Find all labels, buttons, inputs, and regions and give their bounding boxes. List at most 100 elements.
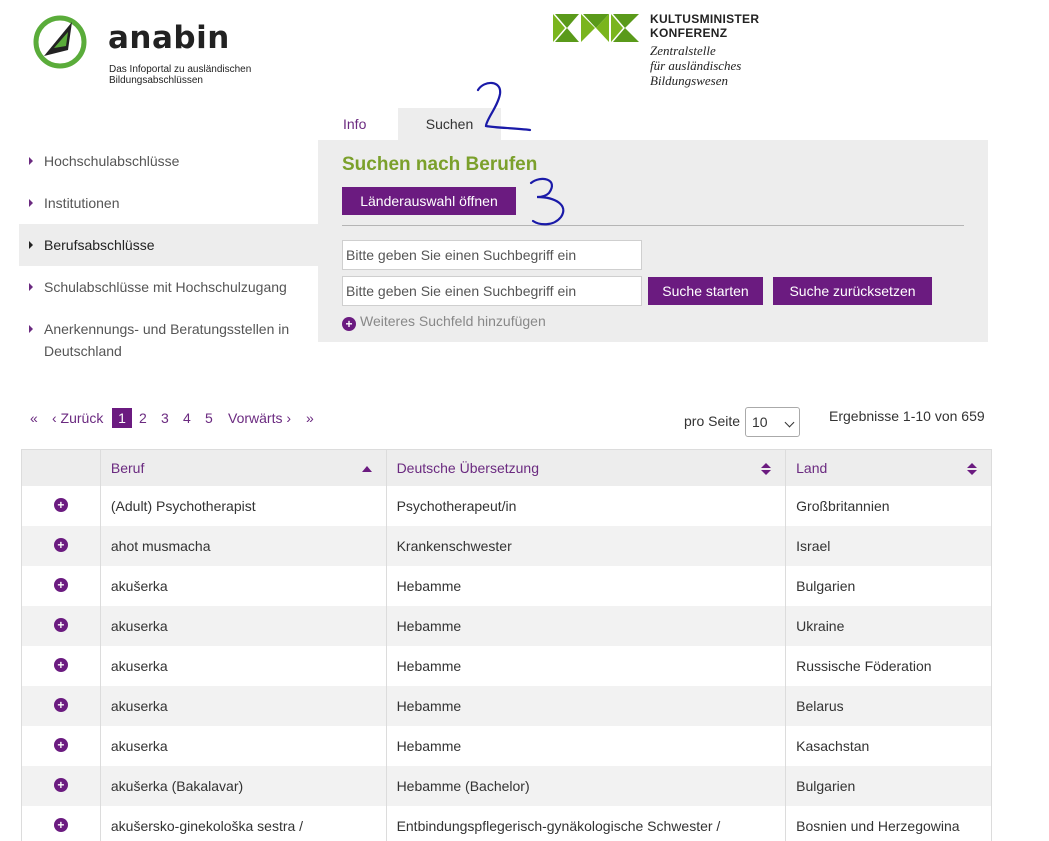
page-link-4[interactable]: 4 bbox=[183, 408, 191, 428]
divider bbox=[342, 225, 964, 226]
cell-land: Kasachstan bbox=[785, 725, 992, 766]
expand-row-icon[interactable]: + bbox=[53, 617, 68, 632]
table-row: + akuserka Hebamme Kasachstan bbox=[21, 725, 992, 766]
page-link-5[interactable]: 5 bbox=[205, 408, 213, 428]
table-row: + akuserka Hebamme Ukraine bbox=[21, 605, 992, 646]
last-page-link[interactable]: » bbox=[306, 408, 314, 428]
sort-icon bbox=[761, 463, 772, 475]
cell-land: Bulgarien bbox=[785, 565, 992, 606]
cell-deutsche-uebersetzung: Psychotherapeut/in bbox=[386, 485, 787, 526]
table-row: + akušerka (Bakalavar) Hebamme (Bachelor… bbox=[21, 765, 992, 806]
table-row: + (Adult) Psychotherapist Psychotherapeu… bbox=[21, 485, 992, 526]
expand-row-icon[interactable]: + bbox=[53, 577, 68, 592]
cell-deutsche-uebersetzung: Hebamme bbox=[386, 645, 787, 686]
cell-land: Ukraine bbox=[785, 605, 992, 646]
table-header-row: Beruf Deutsche Übersetzung Land bbox=[21, 449, 992, 486]
cell-deutsche-uebersetzung: Hebamme bbox=[386, 725, 787, 766]
page-link-3[interactable]: 3 bbox=[161, 408, 169, 428]
column-header-deutsche-uebersetzung[interactable]: Deutsche Übersetzung bbox=[386, 449, 787, 486]
results-table: Beruf Deutsche Übersetzung Land + (Adult… bbox=[21, 449, 992, 841]
expand-cell: + bbox=[21, 565, 101, 606]
next-page-link[interactable]: Vorwärts › bbox=[228, 408, 291, 428]
country-selection-button[interactable]: Länderauswahl öffnen bbox=[342, 187, 516, 215]
cell-beruf: akuserka bbox=[100, 725, 387, 766]
expand-column-header bbox=[21, 449, 101, 486]
cell-land: Großbritannien bbox=[785, 485, 992, 526]
per-page-value: 10 bbox=[752, 414, 768, 430]
sidebar-item-label: Schulabschlüsse mit Hochschulzugang bbox=[44, 279, 287, 295]
expand-row-icon[interactable]: + bbox=[53, 817, 68, 832]
expand-cell: + bbox=[21, 765, 101, 806]
add-search-field-link[interactable]: + Weiteres Suchfeld hinzufügen bbox=[342, 312, 546, 331]
cell-land: Russische Föderation bbox=[785, 645, 992, 686]
column-header-label: Beruf bbox=[110, 459, 145, 476]
cell-beruf: akušerka bbox=[100, 565, 387, 606]
cell-beruf: akuserka bbox=[100, 605, 387, 646]
cell-beruf: akuserka bbox=[100, 685, 387, 726]
cell-deutsche-uebersetzung: Hebamme (Bachelor) bbox=[386, 765, 787, 806]
expand-row-icon[interactable]: + bbox=[53, 537, 68, 552]
caret-right-icon bbox=[29, 241, 33, 249]
sidebar-item-schulabschluesse[interactable]: Schulabschlüsse mit Hochschulzugang bbox=[19, 266, 318, 308]
expand-cell: + bbox=[21, 725, 101, 766]
tab-info[interactable]: Info bbox=[318, 108, 398, 140]
search-heading: Suchen nach Berufen bbox=[342, 154, 538, 175]
search-input-2[interactable] bbox=[342, 276, 642, 306]
caret-right-icon bbox=[29, 283, 33, 291]
caret-right-icon bbox=[29, 199, 33, 207]
sidebar-item-anerkennungsstellen[interactable]: Anerkennungs- und Beratungsstellen in De… bbox=[19, 308, 318, 372]
anabin-wordmark: anabin bbox=[108, 20, 230, 56]
cell-deutsche-uebersetzung: Entbindungspflegerisch-gynäkologische Sc… bbox=[386, 805, 787, 841]
add-search-field-label: Weiteres Suchfeld hinzufügen bbox=[360, 313, 546, 329]
per-page-select[interactable]: 10 bbox=[745, 407, 800, 437]
expand-row-icon[interactable]: + bbox=[53, 497, 68, 512]
sort-icon bbox=[967, 463, 977, 475]
previous-page-link[interactable]: ‹ Zurück bbox=[52, 408, 103, 428]
sidebar-item-hochschulabschluesse[interactable]: Hochschulabschlüsse bbox=[19, 140, 318, 182]
cell-land: Bulgarien bbox=[785, 765, 992, 806]
cell-deutsche-uebersetzung: Hebamme bbox=[386, 605, 787, 646]
sidebar: Hochschulabschlüsse Institutionen Berufs… bbox=[19, 140, 318, 372]
column-header-beruf[interactable]: Beruf bbox=[100, 449, 387, 486]
expand-row-icon[interactable]: + bbox=[53, 777, 68, 792]
search-panel: Suchen nach Berufen Länderauswahl öffnen… bbox=[318, 140, 988, 342]
cell-land: Bosnien und Herzegowina bbox=[785, 805, 992, 841]
results-count: Ergebnisse 1-10 von 659 bbox=[829, 408, 985, 424]
column-header-land[interactable]: Land bbox=[785, 449, 992, 486]
cell-land: Belarus bbox=[785, 685, 992, 726]
table-row: + ahot musmacha Krankenschwester Israel bbox=[21, 525, 992, 566]
tab-suchen[interactable]: Suchen bbox=[398, 108, 501, 140]
sidebar-item-berufsabschluesse[interactable]: Berufsabschlüsse bbox=[19, 224, 318, 266]
sort-ascending-icon bbox=[361, 466, 372, 472]
cell-beruf: akuserka bbox=[100, 645, 387, 686]
cell-land: Israel bbox=[785, 525, 992, 566]
expand-row-icon[interactable]: + bbox=[53, 737, 68, 752]
cell-deutsche-uebersetzung: Hebamme bbox=[386, 565, 787, 606]
reset-search-button[interactable]: Suche zurücksetzen bbox=[773, 277, 932, 305]
sidebar-item-label: Institutionen bbox=[44, 195, 120, 211]
anabin-logo[interactable]: anabin Das Infoportal zu ausländischen B… bbox=[32, 12, 292, 92]
sidebar-item-institutionen[interactable]: Institutionen bbox=[19, 182, 318, 224]
page-link-1[interactable]: 1 bbox=[112, 408, 132, 428]
expand-cell: + bbox=[21, 805, 101, 841]
cell-beruf: ahot musmacha bbox=[100, 525, 387, 566]
page-link-2[interactable]: 2 bbox=[139, 408, 147, 428]
per-page-label: pro Seite bbox=[684, 413, 741, 429]
expand-row-icon[interactable]: + bbox=[53, 657, 68, 672]
expand-cell: + bbox=[21, 485, 101, 526]
kmk-logo[interactable]: KULTUSMINISTER KONFERENZ Zentralstelle f… bbox=[553, 12, 783, 92]
sidebar-item-label: Hochschulabschlüsse bbox=[44, 153, 180, 169]
column-header-label: Deutsche Übersetzung bbox=[396, 459, 539, 476]
table-row: + akušerka Hebamme Bulgarien bbox=[21, 565, 992, 606]
first-page-link[interactable]: « bbox=[30, 408, 38, 428]
start-search-button[interactable]: Suche starten bbox=[648, 277, 763, 305]
cell-deutsche-uebersetzung: Krankenschwester bbox=[386, 525, 787, 566]
kmk-logo-icon bbox=[553, 14, 639, 42]
sidebar-item-label: Berufsabschlüsse bbox=[44, 237, 155, 253]
cell-beruf: akušersko-ginekološka sestra / bbox=[100, 805, 387, 841]
expand-row-icon[interactable]: + bbox=[53, 697, 68, 712]
expand-cell: + bbox=[21, 685, 101, 726]
search-input-1[interactable] bbox=[342, 240, 642, 270]
caret-right-icon bbox=[29, 325, 33, 333]
caret-right-icon bbox=[29, 157, 33, 165]
